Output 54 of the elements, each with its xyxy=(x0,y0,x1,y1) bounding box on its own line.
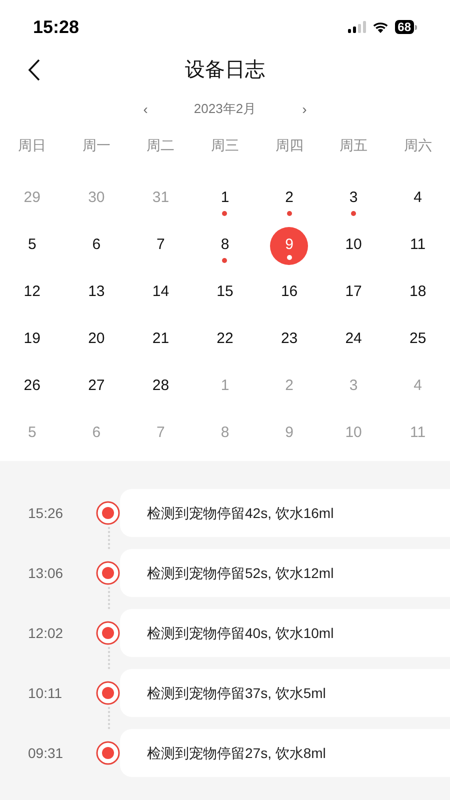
page-title: 设备日志 xyxy=(185,58,265,83)
log-message: 检测到宠物停留37s, 饮水5ml xyxy=(147,684,326,702)
log-message: 检测到宠物停留27s, 饮水8ml xyxy=(147,744,326,762)
wifi-icon xyxy=(372,21,389,33)
previous-month-button[interactable]: ‹ xyxy=(139,98,152,120)
weekday-label: 周四 xyxy=(275,136,304,154)
calendar-day[interactable]: 16 xyxy=(270,274,308,312)
weekday-label: 周一 xyxy=(82,136,110,154)
calendar-day[interactable]: 17 xyxy=(334,274,373,312)
weekday-label: 周五 xyxy=(340,136,368,154)
log-message: 检测到宠物停留42s, 饮水16ml xyxy=(147,504,334,522)
calendar-day[interactable]: 9 xyxy=(270,226,308,264)
calendar-day[interactable]: 10 xyxy=(334,226,373,264)
calendar-day[interactable]: 4 xyxy=(398,180,437,218)
calendar-day[interactable]: 1 xyxy=(206,180,244,218)
calendar-day[interactable]: 5 xyxy=(13,226,52,264)
log-time: 12:02 xyxy=(27,624,64,642)
calendar-day[interactable]: 21 xyxy=(142,320,180,358)
weekday-label: 周日 xyxy=(18,136,46,154)
calendar-day[interactable]: 6 xyxy=(77,226,116,264)
weekday-label: 周三 xyxy=(210,136,239,154)
calendar-day[interactable]: 22 xyxy=(206,320,244,358)
weekday-label: 周二 xyxy=(146,136,175,154)
calendar-day[interactable]: 14 xyxy=(142,274,180,312)
calendar-day[interactable]: 7 xyxy=(142,226,180,264)
calendar-day[interactable]: 27 xyxy=(77,368,116,406)
calendar-day[interactable]: 24 xyxy=(334,320,373,358)
calendar-day[interactable]: 3 xyxy=(334,180,373,218)
log-time: 13:06 xyxy=(27,564,64,582)
calendar-day[interactable]: 25 xyxy=(398,320,437,358)
log-time: 10:11 xyxy=(27,684,63,702)
log-message: 检测到宠物停留52s, 饮水12ml xyxy=(147,564,334,582)
calendar-day[interactable]: 26 xyxy=(13,368,52,406)
weekday-label: 周六 xyxy=(404,136,432,154)
month-label: 2023年2月 xyxy=(194,100,256,118)
next-month-button[interactable]: › xyxy=(298,98,311,120)
calendar-day[interactable]: 15 xyxy=(206,274,244,312)
status-time: 15:28 xyxy=(33,16,80,38)
calendar-day[interactable]: 20 xyxy=(77,320,116,358)
calendar-day[interactable]: 8 xyxy=(206,226,244,264)
signal-icon xyxy=(348,21,366,33)
calendar-day[interactable]: 11 xyxy=(398,226,437,264)
calendar-day[interactable]: 13 xyxy=(77,274,116,312)
calendar-day[interactable]: 18 xyxy=(398,274,437,312)
calendar-day[interactable]: 28 xyxy=(142,368,180,406)
calendar-day[interactable]: 23 xyxy=(270,320,308,358)
calendar-day[interactable]: 12 xyxy=(13,274,52,312)
battery-icon: 68 xyxy=(394,20,417,34)
back-icon xyxy=(28,59,40,81)
calendar-day[interactable]: 19 xyxy=(13,320,52,358)
log-time: 09:31 xyxy=(27,744,64,762)
calendar-day[interactable]: 2 xyxy=(270,180,308,218)
log-time: 15:26 xyxy=(27,504,64,522)
log-message: 检测到宠物停留40s, 饮水10ml xyxy=(147,624,334,642)
